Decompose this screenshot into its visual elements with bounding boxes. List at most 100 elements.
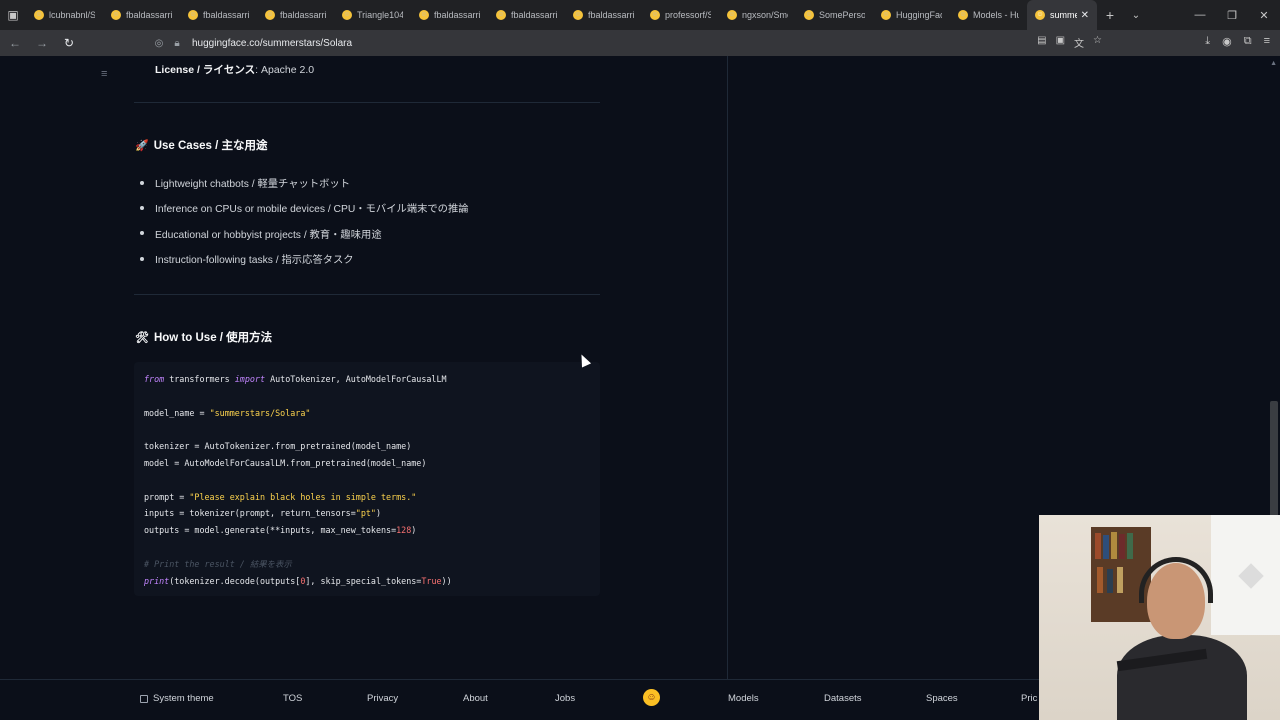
use-cases-list: Lightweight chatbots / 軽量チャットボット Inferen… <box>140 170 469 271</box>
book <box>1107 569 1113 593</box>
how-to-use-title: How to Use / 使用方法 <box>153 332 273 344</box>
browser-tab[interactable]: ☺ lcubnabnl/Sm <box>26 0 103 30</box>
list-item-text: Educational or hobbyist projects / 教育・趣味… <box>155 229 382 241</box>
browser-tab[interactable]: ☺ fbaldassarri/I <box>488 0 565 30</box>
site-info-icon[interactable]: ◎ <box>150 38 168 49</box>
browser-tab[interactable]: ☺ Triangle104/S <box>334 0 411 30</box>
forward-arrow-icon[interactable]: → <box>30 31 54 55</box>
browser-tab[interactable]: ☺ fbaldassarri/I <box>411 0 488 30</box>
list-item-text: Lightweight chatbots / 軽量チャットボット <box>155 179 351 191</box>
extensions-icon[interactable]: ⧉ <box>1244 35 1252 48</box>
new-tab-button[interactable]: + <box>1097 7 1123 23</box>
presenter <box>1116 557 1247 720</box>
huggingface-favicon-icon: ☺ <box>496 10 506 20</box>
browser-tab[interactable]: ☺ fbaldassarri/I <box>565 0 642 30</box>
code-block[interactable]: from transformers import AutoTokenizer, … <box>134 362 600 596</box>
browser-tab[interactable]: ☺ HuggingFace <box>873 0 950 30</box>
rocket-icon: 🚀 <box>135 139 149 152</box>
browser-tab[interactable]: ☺ SomePersonA <box>796 0 873 30</box>
scroll-up-arrow-icon[interactable]: ▲ <box>1270 60 1277 67</box>
code-line: tokenizer = AutoTokenizer.from_pretraine… <box>144 441 412 452</box>
window-controls: — ❐ ✕ <box>1184 0 1280 30</box>
address-bar[interactable]: ◎ 🔒︎ huggingface.co/summerstars/Solara ▤… <box>150 32 1110 54</box>
list-item-text: Inference on CPUs or mobile devices / CP… <box>155 204 469 216</box>
huggingface-logo-icon[interactable]: ☺ <box>643 689 660 706</box>
menu-icon[interactable]: ≡ <box>1264 35 1270 48</box>
tab-title: fbaldassarri/I <box>203 10 249 20</box>
tab-title: HuggingFace <box>896 10 942 20</box>
tab-actions-icon[interactable]: ▣ <box>0 0 26 30</box>
system-theme-toggle[interactable]: System theme <box>140 693 214 704</box>
translate-icon[interactable]: 文 <box>1074 35 1084 50</box>
browser-tab[interactable]: ☺ fbaldassarri/I <box>257 0 334 30</box>
footer-link-datasets[interactable]: Datasets <box>824 693 862 704</box>
code-line: model = AutoModelForCausalLM.from_pretra… <box>144 457 427 468</box>
lock-icon[interactable]: 🔒︎ <box>168 38 186 49</box>
browser-tab[interactable]: ☺ professorf/Sr <box>642 0 719 30</box>
reader-mode-icon[interactable]: ▤ <box>1037 35 1046 50</box>
browser-tab[interactable]: ☺ fbaldassarri/I <box>103 0 180 30</box>
list-item: Instruction-following tasks / 指示応答タスク <box>140 246 469 271</box>
tab-title: fbaldassarri/I <box>588 10 634 20</box>
browser-tab-active[interactable]: ☺ summersta ✕ <box>1027 0 1097 30</box>
tab-title: Models - Hug <box>973 10 1019 20</box>
headset <box>1139 557 1213 603</box>
code-line: model_name = "summerstars/Solara" <box>144 405 590 422</box>
huggingface-favicon-icon: ☺ <box>1035 10 1045 20</box>
tab-title: SomePersonA <box>819 10 865 20</box>
code-text: ) <box>375 508 381 519</box>
minimize-icon[interactable]: — <box>1184 0 1216 30</box>
code-line: prompt = "Please explain black holes in … <box>144 489 590 506</box>
footer-link-models[interactable]: Models <box>728 693 759 704</box>
screenshot-icon[interactable]: ▣ <box>1056 35 1065 50</box>
close-tab-icon[interactable]: ✕ <box>1081 10 1089 21</box>
code-text: outputs = model.generate(**inputs, max_n… <box>144 525 397 536</box>
bullet-icon <box>140 180 144 185</box>
back-arrow-icon[interactable]: ← <box>3 31 27 55</box>
restore-icon[interactable]: ❐ <box>1216 0 1248 30</box>
list-item: Educational or hobbyist projects / 教育・趣味… <box>140 221 469 246</box>
huggingface-favicon-icon: ☺ <box>188 10 198 20</box>
footer-link-jobs[interactable]: Jobs <box>555 693 575 704</box>
footer-link-spaces[interactable]: Spaces <box>926 693 958 704</box>
footer-link-about[interactable]: About <box>463 693 488 704</box>
presenter-body <box>1117 635 1247 720</box>
code-keyword: print <box>144 575 170 586</box>
license-label: License / ライセンス <box>155 64 256 76</box>
code-string: "pt" <box>355 508 376 519</box>
downloads-icon[interactable]: ⤓ <box>1205 35 1210 48</box>
reload-icon[interactable]: ↻ <box>57 31 81 55</box>
code-text: model_name = <box>144 407 210 418</box>
browser-tab[interactable]: ☺ fbaldassarri/I <box>180 0 257 30</box>
code-text: prompt = <box>144 491 190 502</box>
book <box>1127 533 1133 559</box>
system-theme-label: System theme <box>153 693 214 704</box>
code-boolean: True <box>421 575 442 586</box>
section-divider <box>134 102 600 103</box>
code-number: 128 <box>396 525 412 536</box>
tab-search-chevron-icon[interactable]: ⌄ <box>1123 10 1149 21</box>
browser-toolbar: ← → ↻ ◎ 🔒︎ huggingface.co/summerstars/So… <box>0 30 1280 56</box>
browser-tab[interactable]: ☺ Models - Hug <box>950 0 1027 30</box>
footer-link-privacy[interactable]: Privacy <box>367 693 398 704</box>
bookmark-star-icon[interactable]: ☆ <box>1093 35 1102 50</box>
footer-link-pricing[interactable]: Pric <box>1021 693 1037 704</box>
code-line: print(tokenizer.decode(outputs[0], skip_… <box>144 573 590 590</box>
close-window-icon[interactable]: ✕ <box>1248 0 1280 30</box>
tab-title: lcubnabnl/Sm <box>49 10 95 20</box>
huggingface-favicon-icon: ☺ <box>342 10 352 20</box>
browser-tab[interactable]: ☺ ngxson/Smoll <box>719 0 796 30</box>
license-line: License / ライセンス: Apache 2.0 <box>155 62 314 77</box>
huggingface-favicon-icon: ☺ <box>265 10 275 20</box>
code-text: AutoTokenizer, AutoModelForCausalLM <box>265 374 447 384</box>
table-of-contents-icon[interactable]: ≡ <box>101 68 107 80</box>
code-text: transformers <box>164 374 235 384</box>
footer-link-tos[interactable]: TOS <box>283 693 302 704</box>
list-item: Inference on CPUs or mobile devices / CP… <box>140 195 469 220</box>
column-divider <box>727 56 728 679</box>
profile-icon[interactable]: ◉ <box>1222 35 1232 48</box>
tab-title: summersta <box>1050 10 1077 20</box>
how-to-use-heading: 🛠 How to Use / 使用方法 <box>135 329 272 345</box>
